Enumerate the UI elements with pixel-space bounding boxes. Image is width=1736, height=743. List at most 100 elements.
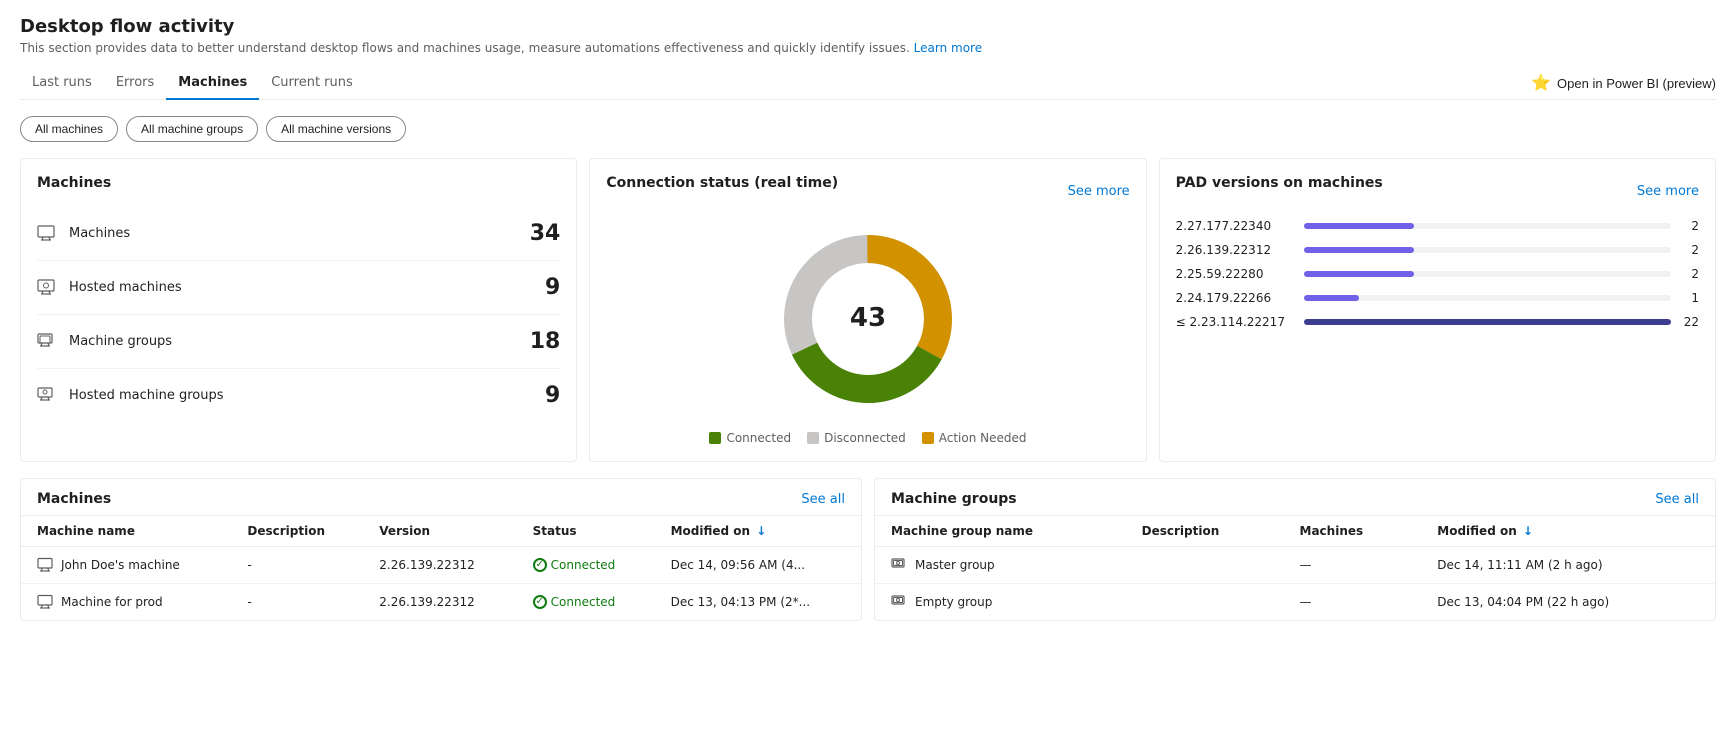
table-row: John Doe's machine - 2.26.139.22312 ✓ Co… [21, 547, 861, 584]
bottom-tables-section: Machines See all Machine name Descriptio… [20, 478, 1716, 621]
pad-bar-bg [1304, 223, 1671, 229]
tab-last-runs[interactable]: Last runs [20, 67, 104, 100]
status-cell: ✓ Connected [517, 584, 655, 621]
status-icon: ✓ [533, 558, 547, 572]
description-cell: - [231, 584, 363, 621]
status-cell: ✓ Connected [517, 547, 655, 584]
machine-groups-table-title: Machine groups [891, 491, 1017, 507]
hosted-machines-row: Hosted machines 9 [37, 261, 560, 315]
machine-groups-table-card: Machine groups See all Machine group nam… [874, 478, 1716, 621]
hosted-machine-groups-count: 9 [545, 383, 560, 408]
filter-all-machines[interactable]: All machines [20, 116, 118, 142]
group-description-cell [1126, 584, 1284, 621]
pad-bar-bg [1304, 247, 1671, 253]
pad-versions-card: PAD versions on machines See more 2.27.1… [1159, 158, 1716, 462]
pad-versions-header: PAD versions on machines See more [1176, 175, 1699, 207]
group-machines-cell: — [1284, 584, 1422, 621]
pad-version-row: 2.27.177.22340 2 [1176, 219, 1699, 233]
page-subtitle: This section provides data to better und… [20, 41, 1716, 55]
group-modified-on-cell: Dec 14, 11:11 AM (2 h ago) [1421, 547, 1715, 584]
table-row: Master group — Dec 14, 11:11 AM (2 h ago… [875, 547, 1715, 584]
power-bi-icon: ⭐ [1531, 73, 1551, 93]
connection-status-title: Connection status (real time) [606, 175, 838, 191]
machines-table: Machine name Description Version Status … [21, 516, 861, 620]
machines-summary-card: Machines Machines 34 [20, 158, 577, 462]
filter-all-machine-versions[interactable]: All machine versions [266, 116, 406, 142]
disconnected-dot [807, 432, 819, 444]
sort-icon-machines: ↓ [752, 524, 766, 538]
machines-see-all[interactable]: See all [801, 492, 845, 507]
group-name-cell: Master group [875, 547, 1126, 584]
tab-errors[interactable]: Errors [104, 67, 166, 100]
hosted-machine-groups-label: Hosted machine groups [69, 388, 545, 403]
tab-machines[interactable]: Machines [166, 67, 259, 100]
table-row: Empty group — Dec 13, 04:04 PM (22 h ago… [875, 584, 1715, 621]
machines-row: Machines 34 [37, 207, 560, 261]
machine-groups-table: Machine group name Description Machines … [875, 516, 1715, 620]
col-description: Description [231, 516, 363, 547]
machine-name-cell: John Doe's machine [21, 547, 231, 584]
connection-status-card: Connection status (real time) See more 4… [589, 158, 1146, 462]
machines-table-title: Machines [37, 491, 111, 507]
group-machines-cell: — [1284, 547, 1422, 584]
pad-bar-fill [1304, 247, 1414, 253]
donut-chart: 43 [768, 219, 968, 419]
modified-on-cell: Dec 14, 09:56 AM (4... [655, 547, 861, 584]
machine-icon [37, 557, 53, 573]
pad-bar-fill [1304, 223, 1414, 229]
connection-status-header: Connection status (real time) See more [606, 175, 1129, 207]
col-group-name: Machine group name [875, 516, 1126, 547]
connection-see-more[interactable]: See more [1068, 184, 1130, 199]
group-modified-on-cell: Dec 13, 04:04 PM (22 h ago) [1421, 584, 1715, 621]
learn-more-link[interactable]: Learn more [914, 41, 982, 55]
desktop-flow-activity-page: Desktop flow activity This section provi… [0, 0, 1736, 637]
pad-bar-bg [1304, 271, 1671, 277]
pad-version-label: 2.25.59.22280 [1176, 267, 1296, 281]
hosted-machine-groups-row: Hosted machine groups 9 [37, 369, 560, 422]
col-group-modified-on[interactable]: Modified on ↓ [1421, 516, 1715, 547]
col-machine-name: Machine name [21, 516, 231, 547]
group-icon [891, 557, 907, 573]
hosted-machine-group-icon [37, 386, 57, 406]
pad-bar-bg [1304, 319, 1671, 325]
power-bi-button[interactable]: ⭐ Open in Power BI (preview) [1531, 73, 1716, 93]
pad-version-label: 2.24.179.22266 [1176, 291, 1296, 305]
hosted-machines-count: 9 [545, 275, 560, 300]
svg-text:43: 43 [850, 303, 886, 333]
filter-bar: All machines All machine groups All mach… [20, 116, 1716, 142]
machine-groups-row: Machine groups 18 [37, 315, 560, 369]
action-needed-dot [922, 432, 934, 444]
pad-version-label: ≤ 2.23.114.22217 [1176, 315, 1296, 329]
col-version: Version [363, 516, 516, 547]
pad-version-row: 2.26.139.22312 2 [1176, 243, 1699, 257]
machine-name-cell: Machine for prod [21, 584, 231, 621]
group-name-cell: Empty group [875, 584, 1126, 621]
col-status: Status [517, 516, 655, 547]
pad-bar-fill [1304, 319, 1671, 325]
hosted-machines-label: Hosted machines [69, 280, 545, 295]
col-group-machines: Machines [1284, 516, 1422, 547]
col-modified-on[interactable]: Modified on ↓ [655, 516, 861, 547]
group-icon [891, 594, 907, 610]
version-cell: 2.26.139.22312 [363, 584, 516, 621]
version-cell: 2.26.139.22312 [363, 547, 516, 584]
pad-version-label: 2.27.177.22340 [1176, 219, 1296, 233]
pad-version-count: 22 [1679, 315, 1699, 329]
pad-version-count: 2 [1679, 243, 1699, 257]
pad-version-row: 2.24.179.22266 1 [1176, 291, 1699, 305]
pad-bar-fill [1304, 271, 1414, 277]
pad-version-count: 2 [1679, 267, 1699, 281]
machine-groups-see-all[interactable]: See all [1655, 492, 1699, 507]
machine-icon [37, 594, 53, 610]
machines-table-header: Machines See all [21, 479, 861, 516]
pad-version-count: 1 [1679, 291, 1699, 305]
col-group-description: Description [1126, 516, 1284, 547]
desktop-icon [37, 224, 57, 244]
filter-all-machine-groups[interactable]: All machine groups [126, 116, 258, 142]
description-cell: - [231, 547, 363, 584]
pad-see-more[interactable]: See more [1637, 184, 1699, 199]
legend-disconnected: Disconnected [807, 431, 906, 445]
sort-icon-groups: ↓ [1519, 524, 1533, 538]
legend-action-needed: Action Needed [922, 431, 1027, 445]
tab-current-runs[interactable]: Current runs [259, 67, 365, 100]
